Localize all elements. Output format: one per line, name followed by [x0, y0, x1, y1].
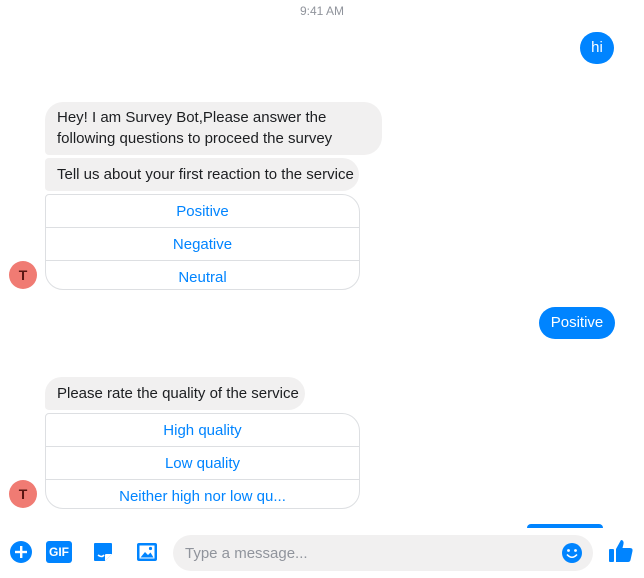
message-input-container	[173, 535, 593, 571]
avatar: T	[9, 480, 37, 508]
image-icon[interactable]	[135, 540, 159, 564]
quick-reply-high-quality[interactable]: High quality	[46, 414, 359, 447]
quick-reply-neutral[interactable]: Neutral	[46, 261, 359, 289]
sticker-icon[interactable]	[91, 540, 115, 564]
message-text: Tell us about your first reaction to the…	[57, 166, 354, 183]
bot-message-intro: Hey! I am Survey Bot,Please answer the f…	[45, 102, 382, 155]
message-text-line-2: following questions to proceed the surve…	[57, 130, 333, 147]
quick-reply-neither[interactable]: Neither high nor low qu...	[46, 480, 359, 508]
gif-icon-label: GIF	[46, 541, 72, 563]
partial-user-message	[527, 524, 603, 528]
plus-icon[interactable]	[9, 540, 33, 564]
message-text: Positive	[550, 314, 604, 331]
quick-reply-positive[interactable]: Positive	[46, 195, 359, 228]
message-text-line-1: Hey! I am Survey Bot,Please answer the	[57, 109, 327, 126]
timestamp: 9:41 AM	[299, 4, 345, 18]
quick-replies-1: Positive Negative Neutral	[45, 194, 360, 290]
message-text: Please rate the quality of the service	[57, 385, 299, 402]
quick-replies-2: High quality Low quality Neither high no…	[45, 413, 360, 509]
quick-reply-low-quality[interactable]: Low quality	[46, 447, 359, 480]
message-text: hi	[591, 39, 603, 56]
user-message-positive: Positive	[539, 307, 615, 339]
bot-message-question-1: Tell us about your first reaction to the…	[45, 158, 359, 191]
user-message-hi: hi	[580, 32, 614, 64]
bot-message-question-2: Please rate the quality of the service	[45, 377, 305, 410]
quick-reply-negative[interactable]: Negative	[46, 228, 359, 261]
gif-icon[interactable]: GIF	[46, 541, 72, 563]
thumbs-up-icon[interactable]	[607, 537, 635, 565]
emoji-icon[interactable]	[561, 542, 583, 564]
message-input[interactable]	[185, 543, 555, 563]
avatar: T	[9, 261, 37, 289]
